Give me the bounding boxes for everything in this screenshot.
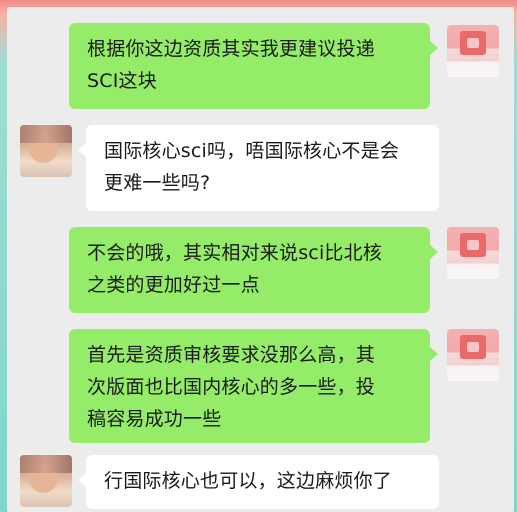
- message-bubble-sent[interactable]: 首先是资质审核要求没那么高，其 次版面也比国内核心的多一些，投 稿容易成功一些: [69, 329, 438, 443]
- contact-avatar[interactable]: [20, 125, 72, 177]
- message-line: 次版面也比国内核心的多一些，投: [87, 376, 376, 398]
- message-line: 之类的更加好过一点: [87, 274, 260, 296]
- chat-window: 根据你这边资质其实我更建议投递 SCI这块 国际核心sci吗，唔国际核心不是会 …: [7, 7, 514, 512]
- message-line: 根据你这边资质其实我更建议投递: [87, 38, 376, 60]
- portrait-icon: [20, 455, 72, 473]
- portrait-icon: [20, 125, 72, 143]
- message-line: 更难一些吗?: [104, 172, 211, 194]
- contact-avatar[interactable]: [20, 455, 72, 507]
- message-bubble-received[interactable]: 行国际核心也可以，这边麻烦你了: [78, 455, 439, 509]
- my-avatar[interactable]: [447, 329, 499, 381]
- message-line: 首先是资质审核要求没那么高，其: [87, 344, 376, 366]
- message-line: SCI这块: [87, 70, 157, 92]
- message-line: 行国际核心也可以，这边麻烦你了: [104, 470, 393, 492]
- pink-seal-icon: [460, 233, 486, 257]
- message-line: 不会的哦，其实相对来说sci比北核: [87, 242, 383, 264]
- message-line: 稿容易成功一些: [87, 408, 222, 430]
- pink-seal-icon: [460, 335, 486, 359]
- my-avatar[interactable]: [447, 227, 499, 279]
- message-line: 国际核心sci吗，唔国际核心不是会: [104, 140, 400, 162]
- message-bubble-sent[interactable]: 根据你这边资质其实我更建议投递 SCI这块: [69, 23, 438, 109]
- message-bubble-sent[interactable]: 不会的哦，其实相对来说sci比北核 之类的更加好过一点: [69, 227, 438, 313]
- my-avatar[interactable]: [447, 25, 499, 77]
- pink-seal-icon: [460, 31, 486, 55]
- message-bubble-received[interactable]: 国际核心sci吗，唔国际核心不是会 更难一些吗?: [78, 125, 439, 211]
